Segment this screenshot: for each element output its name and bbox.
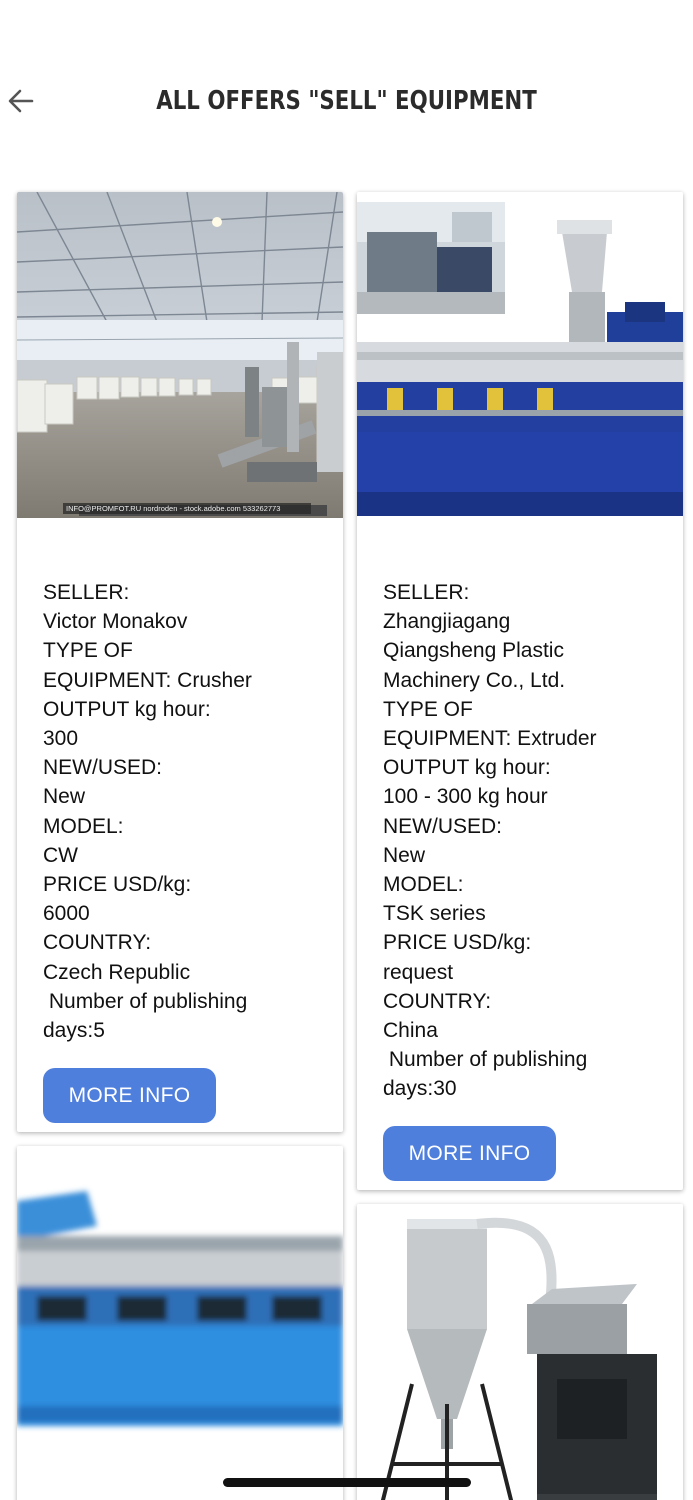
app-header: ALL OFFERS "SELL" EQUIPMENT — [0, 0, 693, 170]
arrow-left-icon — [8, 89, 34, 113]
country-value: Czech Republic — [43, 960, 191, 984]
home-indicator[interactable] — [223, 1478, 471, 1487]
equipment-type-value: EQUIPMENT: Crusher — [43, 668, 252, 692]
model-label: MODEL: — [383, 873, 464, 897]
country-label: COUNTRY: — [383, 989, 492, 1013]
offer-image-granulator[interactable] — [357, 1204, 683, 1500]
price-label: PRICE USD/kg: — [383, 931, 532, 955]
image-watermark-caption: INFO@PROMFOT.RU nordroden - stock.adobe.… — [63, 503, 311, 514]
output-label: OUTPUT kg hour: — [383, 756, 551, 780]
back-button[interactable] — [4, 84, 38, 118]
offer-card-3 — [17, 1146, 343, 1500]
offer-card-1: INFO@PROMFOT.RU nordroden - stock.adobe.… — [17, 192, 343, 1132]
page-title: ALL OFFERS "SELL" EQUIPMENT — [156, 86, 537, 116]
publishing-days-label: Number of publishing — [383, 1048, 588, 1072]
seller-label: SELLER: — [43, 581, 130, 604]
offer-image-extruder[interactable] — [357, 192, 683, 522]
offer-image-warehouse[interactable]: INFO@PROMFOT.RU nordroden - stock.adobe.… — [17, 192, 343, 518]
condition-value: New — [43, 785, 86, 809]
price-value: 6000 — [43, 902, 90, 926]
seller-value: Victor Monakov — [43, 610, 188, 634]
output-value: 300 — [43, 727, 79, 751]
seller-value-line-2: Qiangsheng Plastic — [383, 639, 564, 663]
country-value: China — [383, 1019, 438, 1043]
output-label: OUTPUT kg hour: — [43, 697, 211, 721]
price-value: request — [383, 960, 454, 984]
output-value: 100 - 300 kg hour — [383, 785, 548, 809]
publishing-days-value: days:5 — [43, 1019, 105, 1043]
offer-card-4 — [357, 1204, 683, 1500]
country-label: COUNTRY: — [43, 931, 152, 955]
equipment-type-value: EQUIPMENT: Extruder — [383, 727, 597, 751]
seller-label: SELLER: — [383, 581, 470, 604]
equipment-type-label: TYPE OF — [383, 697, 473, 721]
model-value: TSK series — [383, 902, 486, 926]
publishing-days-label: Number of publishing — [43, 989, 248, 1013]
offer-details: SELLER: Zhangjiagang Qiangsheng Plastic … — [383, 578, 669, 1104]
more-info-button[interactable]: MORE INFO — [43, 1068, 216, 1123]
condition-label: NEW/USED: — [383, 814, 503, 838]
seller-value-line-3: Machinery Co., Ltd. — [383, 668, 566, 692]
more-info-button[interactable]: MORE INFO — [383, 1126, 556, 1181]
condition-value: New — [383, 843, 426, 867]
seller-value-line-1: Zhangjiagang — [383, 610, 511, 634]
model-value: CW — [43, 843, 78, 867]
offer-image-blue-machine[interactable] — [17, 1146, 343, 1500]
publishing-days-value: days:30 — [383, 1077, 457, 1101]
model-label: MODEL: — [43, 814, 124, 838]
price-label: PRICE USD/kg: — [43, 873, 192, 897]
equipment-type-label: TYPE OF — [43, 639, 133, 663]
condition-label: NEW/USED: — [43, 756, 163, 780]
offer-card-2: SELLER: Zhangjiagang Qiangsheng Plastic … — [357, 192, 683, 1190]
offer-details: SELLER: Victor Monakov TYPE OF EQUIPMENT… — [43, 578, 329, 1045]
